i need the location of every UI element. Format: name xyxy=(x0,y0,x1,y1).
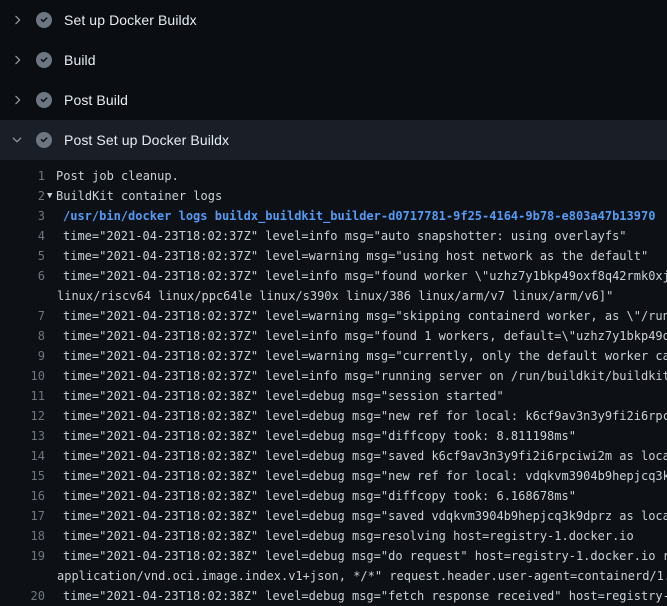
check-circle-icon xyxy=(36,12,52,28)
log-line-text: time="2021-04-23T18:02:37Z" level=warnin… xyxy=(45,306,667,326)
log-line-number[interactable]: 6 xyxy=(0,266,45,286)
collapse-triangle-icon[interactable]: ▼ xyxy=(47,186,52,206)
check-circle-icon xyxy=(36,92,52,108)
log-line: 8time="2021-04-23T18:02:37Z" level=info … xyxy=(0,326,667,346)
log-line-number[interactable]: 2 xyxy=(0,186,45,206)
log-line-text: time="2021-04-23T18:02:37Z" level=info m… xyxy=(45,326,667,346)
log-line-text: time="2021-04-23T18:02:38Z" level=debug … xyxy=(45,486,576,506)
log-line-text: time="2021-04-23T18:02:38Z" level=debug … xyxy=(45,586,667,606)
log-command-text: /usr/bin/docker logs buildx_buildkit_bui… xyxy=(45,206,655,226)
log-line: 4time="2021-04-23T18:02:37Z" level=info … xyxy=(0,226,667,246)
log-line-text: time="2021-04-23T18:02:37Z" level=info m… xyxy=(45,226,627,246)
log-line-number[interactable]: 11 xyxy=(0,386,45,406)
step-title: Set up Docker Buildx xyxy=(64,12,197,28)
log-group-label: BuildKit container logs xyxy=(56,189,222,203)
step-title: Post Build xyxy=(64,92,128,108)
log-line-text: time="2021-04-23T18:02:38Z" level=debug … xyxy=(45,386,504,406)
log-line-text: time="2021-04-23T18:02:38Z" level=debug … xyxy=(45,406,667,426)
log-line-text: time="2021-04-23T18:02:37Z" level=info m… xyxy=(45,266,667,286)
log-line-number[interactable]: 13 xyxy=(0,426,45,446)
log-line: 7time="2021-04-23T18:02:37Z" level=warni… xyxy=(0,306,667,326)
log-line-number[interactable]: 18 xyxy=(0,526,45,546)
log-line-number[interactable]: 14 xyxy=(0,446,45,466)
log-line: 2▼ BuildKit container logs xyxy=(0,186,667,206)
log-line-continuation: linux/riscv64 linux/ppc64le linux/s390x … xyxy=(0,286,667,306)
log-line-text: time="2021-04-23T18:02:38Z" level=debug … xyxy=(45,446,667,466)
check-circle-icon xyxy=(36,132,52,148)
log-line-number[interactable]: 15 xyxy=(0,466,45,486)
chevron-right-icon[interactable] xyxy=(9,12,25,28)
step-header[interactable]: Set up Docker Buildx xyxy=(0,0,667,40)
log-line-number[interactable]: 9 xyxy=(0,346,45,366)
log-line-text: linux/riscv64 linux/ppc64le linux/s390x … xyxy=(45,286,613,306)
log-line: 9time="2021-04-23T18:02:37Z" level=warni… xyxy=(0,346,667,366)
log-line: 19time="2021-04-23T18:02:38Z" level=debu… xyxy=(0,546,667,566)
log-line-number[interactable]: 1 xyxy=(0,166,45,186)
log-line-text: application/vnd.oci.image.index.v1+json,… xyxy=(45,566,667,586)
log-area: 1Post job cleanup.2▼ BuildKit container l… xyxy=(0,160,667,606)
log-line: 5time="2021-04-23T18:02:37Z" level=warni… xyxy=(0,246,667,266)
check-circle-icon xyxy=(36,52,52,68)
log-line: 12time="2021-04-23T18:02:38Z" level=debu… xyxy=(0,406,667,426)
log-line-text: time="2021-04-23T18:02:38Z" level=debug … xyxy=(45,546,667,566)
log-line: 13time="2021-04-23T18:02:38Z" level=debu… xyxy=(0,426,667,446)
log-line-number[interactable]: 19 xyxy=(0,546,45,566)
step-header[interactable]: Build xyxy=(0,40,667,80)
log-line: 20time="2021-04-23T18:02:38Z" level=debu… xyxy=(0,586,667,606)
log-line-number[interactable]: 7 xyxy=(0,306,45,326)
log-line-text: time="2021-04-23T18:02:38Z" level=debug … xyxy=(45,466,667,486)
chevron-right-icon[interactable] xyxy=(9,92,25,108)
log-line-number[interactable]: 3 xyxy=(0,206,45,226)
log-line-number[interactable]: 16 xyxy=(0,486,45,506)
log-line-number[interactable]: 5 xyxy=(0,246,45,266)
steps-list: Set up Docker Buildx Build Post Build Post … xyxy=(0,0,667,160)
log-line-number[interactable]: 17 xyxy=(0,506,45,526)
log-line: 18time="2021-04-23T18:02:38Z" level=debu… xyxy=(0,526,667,546)
chevron-down-icon[interactable] xyxy=(9,132,25,148)
log-line-number[interactable]: 10 xyxy=(0,366,45,386)
log-line: 3/usr/bin/docker logs buildx_buildkit_bu… xyxy=(0,206,667,226)
log-line-number[interactable]: 4 xyxy=(0,226,45,246)
step-header[interactable]: Post Build xyxy=(0,80,667,120)
log-line: 16time="2021-04-23T18:02:38Z" level=debu… xyxy=(0,486,667,506)
log-line-continuation: application/vnd.oci.image.index.v1+json,… xyxy=(0,566,667,586)
log-line-text: time="2021-04-23T18:02:38Z" level=debug … xyxy=(45,426,576,446)
log-line-text: time="2021-04-23T18:02:38Z" level=debug … xyxy=(45,506,667,526)
step-title: Post Set up Docker Buildx xyxy=(64,132,229,148)
log-line-number[interactable]: 20 xyxy=(0,586,45,606)
chevron-right-icon[interactable] xyxy=(9,52,25,68)
log-line: 1Post job cleanup. xyxy=(0,166,667,186)
log-line: 6time="2021-04-23T18:02:37Z" level=info … xyxy=(0,266,667,286)
log-line: 15time="2021-04-23T18:02:38Z" level=debu… xyxy=(0,466,667,486)
log-line: 17time="2021-04-23T18:02:38Z" level=debu… xyxy=(0,506,667,526)
step-header[interactable]: Post Set up Docker Buildx xyxy=(0,120,667,160)
log-line: 10time="2021-04-23T18:02:37Z" level=info… xyxy=(0,366,667,386)
step-title: Build xyxy=(64,52,96,68)
log-line-text: time="2021-04-23T18:02:37Z" level=info m… xyxy=(45,366,667,386)
log-line-number xyxy=(0,286,45,306)
log-group-toggle[interactable]: ▼ BuildKit container logs xyxy=(45,186,222,206)
log-line-text: Post job cleanup. xyxy=(45,166,179,186)
log-line-text: time="2021-04-23T18:02:38Z" level=debug … xyxy=(45,526,634,546)
log-line: 11time="2021-04-23T18:02:38Z" level=debu… xyxy=(0,386,667,406)
log-line-number xyxy=(0,566,45,586)
log-line: 14time="2021-04-23T18:02:38Z" level=debu… xyxy=(0,446,667,466)
log-line-number[interactable]: 8 xyxy=(0,326,45,346)
log-line-text: time="2021-04-23T18:02:37Z" level=warnin… xyxy=(45,246,648,266)
actions-log-viewer: Set up Docker Buildx Build Post Build Post … xyxy=(0,0,667,606)
log-line-number[interactable]: 12 xyxy=(0,406,45,426)
log-line-text: time="2021-04-23T18:02:37Z" level=warnin… xyxy=(45,346,667,366)
